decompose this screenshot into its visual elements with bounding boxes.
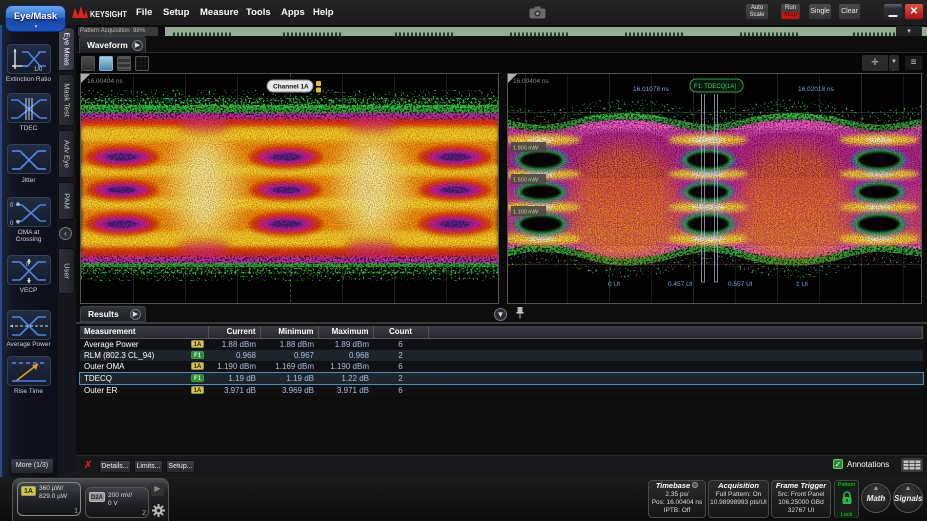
svg-text:16.01078 ns: 16.01078 ns: [633, 86, 670, 93]
svg-text:1/0: 1/0: [34, 67, 43, 73]
svg-text:Channel 1A: Channel 1A: [273, 84, 309, 91]
svg-text:F1: TDECQ[1A]: F1: TDECQ[1A]: [694, 84, 736, 90]
svg-text:1.900 mW: 1.900 mW: [513, 146, 539, 152]
svg-text:0.457 UI: 0.457 UI: [668, 281, 693, 288]
svg-text:0: 0: [10, 221, 14, 227]
svg-text:0: 0: [10, 203, 14, 209]
svg-text:0.557 UI: 0.557 UI: [728, 281, 753, 288]
svg-text:16.00404 ns: 16.00404 ns: [87, 78, 124, 85]
svg-text:1.500 mW: 1.500 mW: [513, 178, 539, 184]
svg-text:16.00404 ns: 16.00404 ns: [513, 78, 550, 85]
svg-text:0 UI: 0 UI: [608, 281, 620, 288]
svg-text:1.100 mW: 1.100 mW: [513, 210, 539, 216]
svg-text:1 UI: 1 UI: [796, 281, 808, 288]
svg-text:0: 0: [26, 262, 29, 268]
svg-text:16.02018 ns: 16.02018 ns: [798, 86, 835, 93]
